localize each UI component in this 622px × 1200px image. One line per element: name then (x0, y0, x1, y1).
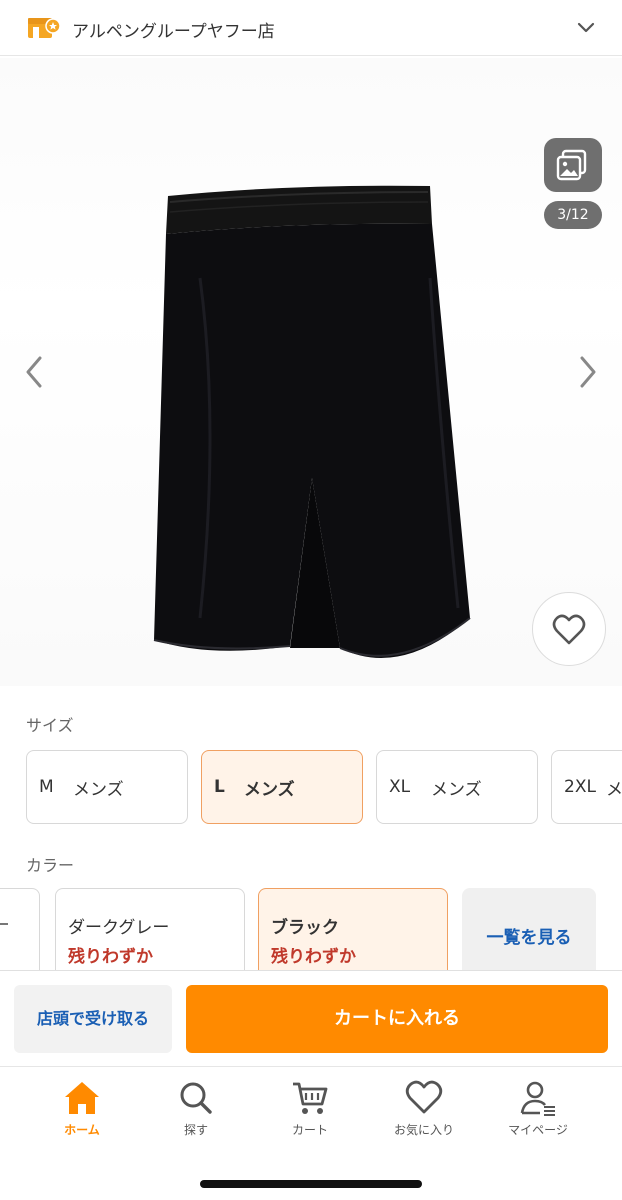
size-option-xl[interactable]: XL メンズ (376, 750, 538, 824)
size-value: XL (389, 777, 411, 797)
nav-cart[interactable]: カート (262, 1079, 358, 1149)
image-page-indicator: 3/12 (544, 201, 602, 229)
color-option-partial[interactable] (0, 888, 40, 970)
images-icon (556, 149, 587, 181)
store-header[interactable]: アルペングループヤフー店 (0, 0, 622, 56)
gallery-view-button[interactable] (544, 138, 602, 192)
cart-icon (293, 1082, 328, 1114)
home-icon (65, 1082, 99, 1114)
size-option-2xl[interactable]: 2XL メ (551, 750, 622, 824)
nav-label: マイページ (508, 1123, 568, 1137)
size-gender: メンズ (431, 779, 482, 800)
action-bar: 店頭で受け取る カートに入れる (0, 970, 622, 1066)
color-label: カラー (26, 856, 75, 875)
nav-mypage[interactable]: マイページ (490, 1079, 586, 1149)
add-to-cart-button[interactable]: カートに入れる (186, 985, 608, 1053)
product-image-gallery[interactable]: 3/12 (0, 58, 622, 686)
nav-label: カート (291, 1123, 328, 1137)
home-indicator (200, 1180, 422, 1188)
nav-label: ホーム (64, 1123, 100, 1137)
color-option-dark-gray[interactable]: ダークグレー 残りわずか (55, 888, 245, 970)
stock-status: 残りわずか (271, 947, 356, 967)
color-name: ダークグレー (68, 918, 170, 938)
size-value: 2XL (564, 777, 596, 797)
heart-icon (405, 1080, 443, 1114)
chevron-down-icon[interactable] (572, 14, 600, 42)
chevron-left-icon[interactable] (18, 352, 50, 392)
size-gender: メンズ (244, 779, 295, 800)
nav-label: 探す (183, 1123, 208, 1137)
size-option-l[interactable]: L メンズ (201, 750, 363, 824)
store-pickup-button[interactable]: 店頭で受け取る (14, 985, 172, 1053)
chevron-right-icon[interactable] (572, 352, 604, 392)
store-name[interactable]: アルペングループヤフー店 (72, 17, 275, 42)
size-option-m[interactable]: M メンズ (26, 750, 188, 824)
nav-search[interactable]: 探す (148, 1079, 244, 1149)
size-gender: メ (606, 779, 622, 800)
partial-dash (0, 923, 8, 925)
size-value: L (214, 777, 225, 797)
nav-favorites[interactable]: お気に入り (376, 1079, 472, 1149)
search-icon (180, 1082, 212, 1114)
size-value: M (39, 777, 54, 797)
nav-label: お気に入り (393, 1123, 454, 1137)
user-icon (520, 1081, 555, 1116)
stock-status: 残りわずか (68, 947, 153, 967)
size-gender: メンズ (73, 779, 124, 800)
nav-home[interactable]: ホーム (34, 1079, 130, 1149)
store-icon (28, 18, 61, 38)
size-label: サイズ (26, 716, 74, 735)
product-image[interactable] (140, 178, 480, 688)
favorite-button[interactable] (532, 592, 606, 666)
color-option-black[interactable]: ブラック 残りわずか (258, 888, 448, 970)
see-all-colors-button[interactable]: 一覧を見る (462, 888, 596, 970)
color-name: ブラック (271, 918, 339, 938)
heart-icon (552, 614, 586, 645)
